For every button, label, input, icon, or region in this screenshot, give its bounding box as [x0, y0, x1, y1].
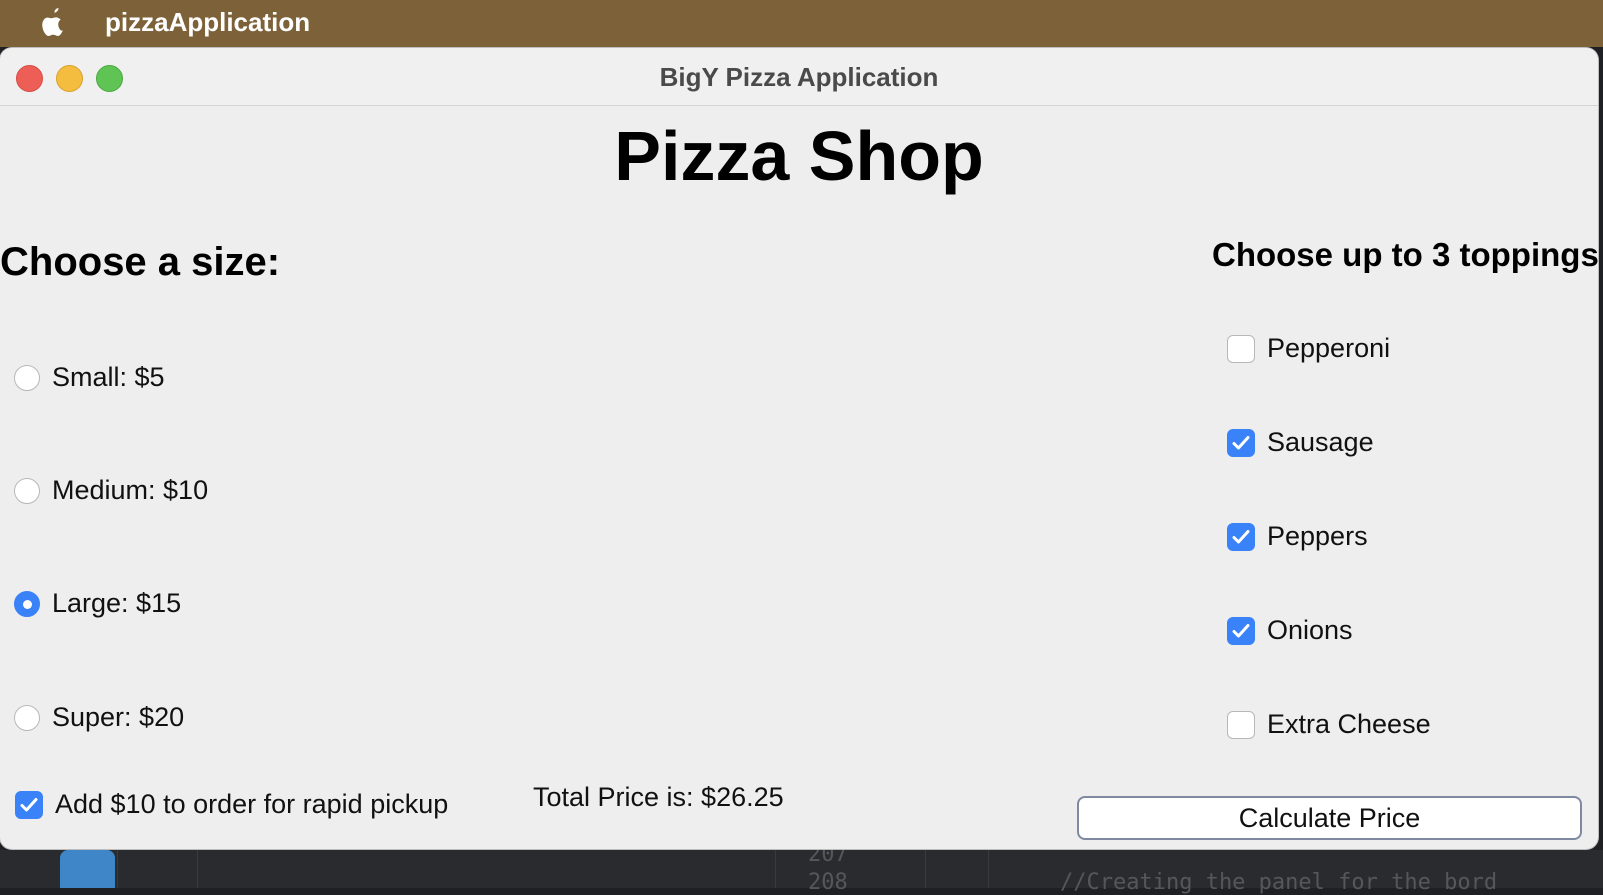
menu-bar: pizzaApplication	[0, 0, 1603, 47]
window-titlebar[interactable]: BigY Pizza Application	[0, 48, 1598, 106]
size-label: Large: $15	[52, 588, 182, 618]
rapid-pickup-label: Add $10 to order for rapid pickup	[55, 789, 449, 819]
checkbox-checked[interactable]	[1227, 616, 1255, 645]
toppings-heading: Choose up to 3 toppings:	[1212, 236, 1598, 273]
checkbox[interactable]	[1227, 334, 1255, 363]
checkmark-icon	[1232, 529, 1250, 543]
size-option-super[interactable]: Super: $20	[14, 702, 184, 733]
size-option-large[interactable]: Large: $15	[14, 588, 181, 619]
checkbox-checked[interactable]	[15, 790, 43, 819]
topping-label: Onions	[1267, 615, 1353, 645]
divider	[197, 850, 198, 888]
topping-label: Sausage	[1267, 427, 1374, 457]
checkbox-checked[interactable]	[1227, 428, 1255, 457]
topping-extra-cheese[interactable]: Extra Cheese	[1227, 709, 1431, 740]
code-comment: //Creating the panel for the bord	[1060, 870, 1498, 895]
topping-label: Peppers	[1267, 521, 1368, 551]
apple-icon[interactable]	[38, 6, 68, 40]
app-name[interactable]: pizzaApplication	[105, 7, 310, 38]
divider	[117, 850, 118, 888]
dock-app-icon	[60, 850, 115, 888]
radio-button[interactable]	[14, 477, 40, 504]
divider	[925, 850, 926, 888]
radio-button[interactable]	[14, 364, 40, 391]
topping-pepperoni[interactable]: Pepperoni	[1227, 333, 1390, 364]
checkmark-icon	[1232, 435, 1250, 449]
size-label: Super: $20	[52, 702, 185, 732]
line-number: 208	[808, 870, 848, 895]
app-window: BigY Pizza Application Pizza Shop Choose…	[0, 48, 1598, 849]
topping-peppers[interactable]: Peppers	[1227, 521, 1368, 552]
topping-sausage[interactable]: Sausage	[1227, 427, 1374, 458]
size-heading: Choose a size:	[0, 240, 281, 284]
radio-button[interactable]	[14, 704, 40, 731]
rapid-pickup-option[interactable]: Add $10 to order for rapid pickup	[15, 789, 448, 820]
calculate-price-button[interactable]: Calculate Price	[1077, 796, 1582, 840]
size-label: Medium: $10	[52, 475, 209, 505]
checkmark-icon	[1232, 623, 1250, 637]
checkmark-icon	[20, 797, 38, 811]
divider	[775, 850, 776, 888]
checkbox[interactable]	[1227, 710, 1255, 739]
window-title: BigY Pizza Application	[659, 62, 939, 92]
size-label: Small: $5	[52, 362, 165, 392]
page-title: Pizza Shop	[614, 117, 984, 195]
size-option-small[interactable]: Small: $5	[14, 362, 165, 393]
topping-label: Extra Cheese	[1267, 709, 1431, 739]
checkbox-checked[interactable]	[1227, 522, 1255, 551]
total-price-label: Total Price is: $26.25	[533, 782, 784, 812]
size-option-medium[interactable]: Medium: $10	[14, 475, 208, 506]
topping-label: Pepperoni	[1267, 333, 1391, 363]
topping-onions[interactable]: Onions	[1227, 615, 1353, 646]
divider	[988, 850, 989, 888]
radio-button-selected[interactable]	[14, 590, 40, 617]
